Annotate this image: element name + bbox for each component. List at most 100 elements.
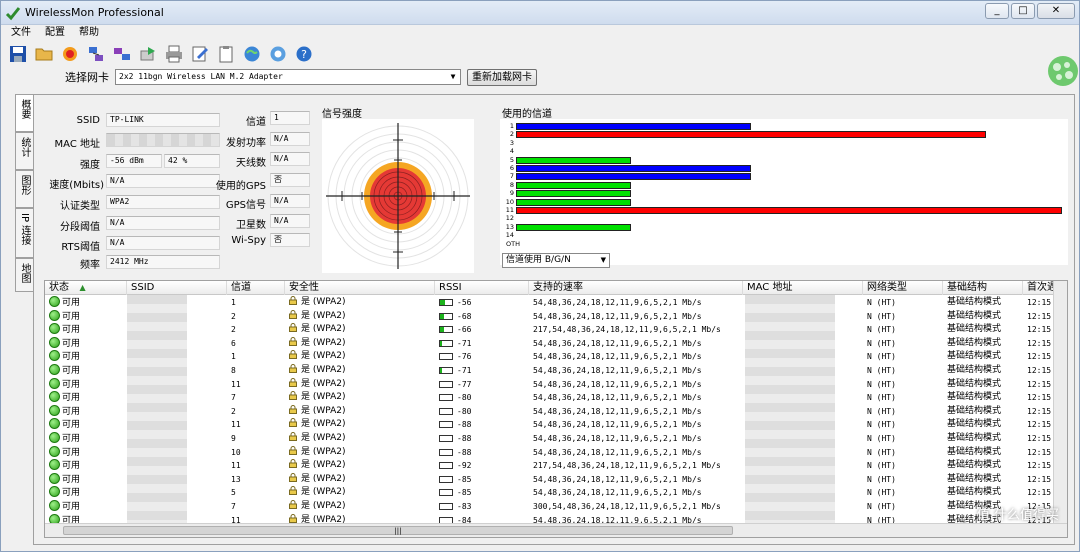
- table-row[interactable]: 可用 11 是 (WPA2) -92 217,54,48,36,24,18,12,11,…: [45, 459, 1055, 473]
- security-text: 是 (WPA2): [301, 405, 346, 416]
- infrastructure-cell-text: 基础结构模式: [947, 460, 1002, 471]
- tab-ip-connection[interactable]: IP 连接: [15, 208, 33, 258]
- first-seen-cell-text: 12:15: [1027, 474, 1052, 484]
- rssi-text: -71: [457, 366, 472, 375]
- column-header-label: SSID: [131, 282, 155, 293]
- print-icon[interactable]: [163, 43, 185, 65]
- horizontal-scrollbar[interactable]: |||: [45, 523, 1067, 537]
- infrastructure-cell-text: 基础结构模式: [947, 324, 1002, 335]
- table-row[interactable]: 可用 5 是 (WPA2) -85 54,48,36,24,18,12,11,9,6,5…: [45, 486, 1055, 500]
- rssi-text: -76: [457, 352, 472, 362]
- column-header-5[interactable]: 支持的速率: [529, 281, 743, 295]
- export-icon[interactable]: [137, 43, 159, 65]
- maximize-button[interactable]: □: [1011, 3, 1035, 19]
- status-cell: 可用: [49, 486, 125, 500]
- menu-file[interactable]: 文件: [11, 25, 31, 41]
- column-header-8[interactable]: 基础结构: [943, 281, 1023, 295]
- tab-map[interactable]: 地图: [15, 258, 33, 292]
- reload-adapter-button[interactable]: 重新加载网卡: [467, 68, 537, 86]
- close-button[interactable]: ✕: [1037, 3, 1075, 19]
- table-row[interactable]: 可用 11 是 (WPA2) -88 54,48,36,24,18,12,11,9,6,…: [45, 418, 1055, 432]
- table-row[interactable]: 可用 11 是 (WPA2) -77 54,48,36,24,18,12,11,9,6,…: [45, 377, 1055, 392]
- table-row[interactable]: 可用 2 是 (WPA2) -80 54,48,36,24,18,12,11,9,6,5…: [45, 404, 1055, 419]
- network-type-cell-text: N (HT): [867, 379, 896, 389]
- column-header-6[interactable]: MAC 地址: [743, 281, 863, 295]
- redacted-mac-area: [745, 295, 835, 525]
- record-icon[interactable]: [59, 43, 81, 65]
- globe-icon[interactable]: [241, 43, 263, 65]
- network-type-cell: N (HT): [867, 337, 941, 351]
- infrastructure-cell: 基础结构模式: [947, 337, 1021, 351]
- table-row[interactable]: 可用 6 是 (WPA2) -71 54,48,36,24,18,12,11,9,6,5…: [45, 336, 1055, 351]
- infrastructure-cell: 基础结构模式: [947, 446, 1021, 460]
- security-cell: 是 (WPA2): [289, 432, 433, 446]
- horizontal-scroll-thumb[interactable]: |||: [63, 526, 733, 535]
- table-row[interactable]: 可用 2 是 (WPA2) -68 54,48,36,24,18,12,11,9,6,5…: [45, 309, 1055, 324]
- network-table[interactable]: 状态 ▲ SSID 信道 安全性 RSSI 支持的速率 MAC 地址 网络类型 基础结构 首次遇 …: [44, 280, 1068, 538]
- edit-icon[interactable]: [189, 43, 211, 65]
- security-cell: 是 (WPA2): [289, 486, 433, 500]
- clipboard-icon[interactable]: [215, 43, 237, 65]
- minimize-button[interactable]: _: [985, 3, 1009, 19]
- channel-label-3: 3: [509, 138, 514, 147]
- channel-label-12: 12: [505, 214, 514, 223]
- table-row[interactable]: 可用 7 是 (WPA2) -83 300,54,48,36,24,18,12,11,9…: [45, 500, 1055, 514]
- status-cell: 可用: [49, 364, 125, 378]
- column-header-7[interactable]: 网络类型: [863, 281, 943, 295]
- rates-cell-text: 54,48,36,24,18,12,11,9,6,5,2,1 Mb/s: [533, 474, 702, 484]
- tab-stats[interactable]: 统计: [15, 132, 33, 170]
- table-row[interactable]: 可用 1 是 (WPA2) -76 54,48,36,24,18,12,11,9,6,5…: [45, 350, 1055, 364]
- menu-config[interactable]: 配置: [45, 25, 65, 41]
- security-text: 是 (WPA2): [301, 433, 346, 443]
- security-text: 是 (WPA2): [301, 337, 346, 348]
- column-header-2[interactable]: 信道: [227, 281, 285, 295]
- help-web-icon[interactable]: [267, 43, 289, 65]
- channel-mode-select[interactable]: 信道使用 B/G/N ▼: [502, 253, 610, 268]
- network-icon[interactable]: [85, 43, 107, 65]
- channel-usage-chart: 1 2 3 4 5 6 7 8 9 10 11 12 13 14 OTH: [500, 119, 1068, 265]
- infrastructure-cell: 基础结构模式: [947, 432, 1021, 446]
- table-row[interactable]: 可用 13 是 (WPA2) -85 54,48,36,24,18,12,11,9,6,…: [45, 472, 1055, 487]
- column-header-4[interactable]: RSSI: [435, 281, 529, 295]
- open-folder-icon[interactable]: [33, 43, 55, 65]
- security-cell: 是 (WPA2): [289, 459, 433, 473]
- save-icon[interactable]: [7, 43, 29, 65]
- title-bar: WirelessMon Professional _ □ ✕: [1, 1, 1079, 25]
- column-header-0[interactable]: 状态 ▲: [45, 281, 127, 295]
- status-available-icon: [49, 377, 60, 389]
- table-row[interactable]: 可用TP-LINK1是 (WPA2)-5654,48,36,24,18,12,1…: [45, 296, 1055, 310]
- network-alt-icon[interactable]: [111, 43, 133, 65]
- help-icon[interactable]: ?: [293, 43, 315, 65]
- rssi-text: -85: [457, 488, 472, 498]
- network-type-cell-text: N (HT): [867, 338, 896, 348]
- app-logo-icon: [5, 7, 21, 21]
- rates-cell: 54,48,36,24,18,12,11,9,6,5,2,1 Mb/s: [533, 391, 741, 405]
- table-row[interactable]: 可用 9 是 (WPA2) -88 54,48,36,24,18,12,11,9,6,5…: [45, 432, 1055, 446]
- vertical-scrollbar[interactable]: [1053, 281, 1067, 525]
- strength-dbm-value: -56 dBm: [106, 154, 162, 168]
- tab-graph[interactable]: 图形: [15, 170, 33, 208]
- security-text: 是 (WPA2): [301, 392, 346, 403]
- lock-icon: [289, 377, 297, 387]
- status-text: 可用: [62, 379, 81, 390]
- table-row[interactable]: 可用 2 是 (WPA2) -66 217,54,48,36,24,18,12,11,9…: [45, 323, 1055, 337]
- network-type-cell-text: N (HT): [867, 434, 896, 443]
- infrastructure-cell-text: 基础结构模式: [947, 297, 1002, 307]
- rates-cell: 217,54,48,36,24,18,12,11,9,6,5,2,1 Mb/s: [533, 323, 741, 337]
- network-type-cell: N (HT): [867, 432, 941, 446]
- network-type-cell: N (HT): [867, 418, 941, 432]
- satellite-value: N/A: [270, 214, 310, 228]
- first-seen-cell-text: 12:15: [1027, 379, 1052, 389]
- table-row[interactable]: 可用 8 是 (WPA2) -71 54,48,36,24,18,12,11,9,6,5…: [45, 364, 1055, 378]
- table-row[interactable]: 可用 10 是 (WPA2) -88 54,48,36,24,18,12,11,9,6,…: [45, 445, 1055, 460]
- menu-help[interactable]: 帮助: [79, 25, 99, 41]
- tab-summary[interactable]: 概要: [15, 94, 33, 132]
- adapter-select[interactable]: 2x2 11bgn Wireless LAN M.2 Adapter ▼: [115, 69, 461, 85]
- infrastructure-cell: 基础结构模式: [947, 459, 1021, 473]
- status-cell: 可用: [49, 432, 125, 446]
- table-row[interactable]: 可用 7 是 (WPA2) -80 54,48,36,24,18,12,11,9,6,5…: [45, 391, 1055, 405]
- column-header-3[interactable]: 安全性: [285, 281, 435, 295]
- column-header-1[interactable]: SSID: [127, 281, 227, 295]
- rates-cell: 54,48,36,24,18,12,11,9,6,5,2,1 Mb/s: [533, 350, 741, 364]
- table-header: 状态 ▲ SSID 信道 安全性 RSSI 支持的速率 MAC 地址 网络类型 基础结构 首次遇: [45, 281, 1067, 295]
